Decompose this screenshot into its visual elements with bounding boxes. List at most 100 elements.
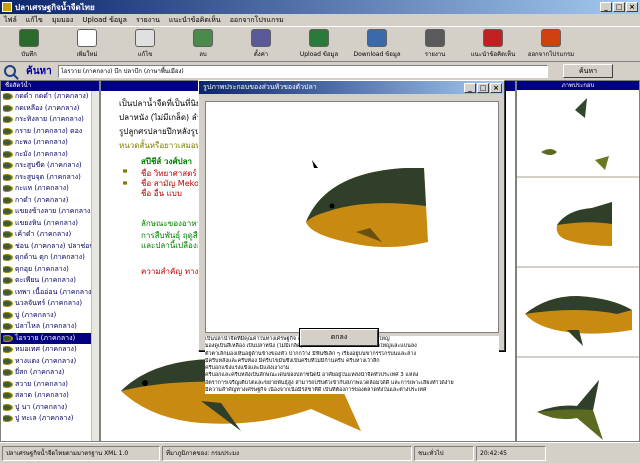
edit-icon xyxy=(135,29,155,47)
fish-icon xyxy=(3,311,13,319)
list-item[interactable]: หมอเทศ (ภาคกลาง) xyxy=(1,344,99,356)
dialog-minimize-button[interactable]: _ xyxy=(464,82,476,93)
list-item-label: ดุกด้าน ดุก (ภาคกลาง) xyxy=(15,253,85,262)
help-icon xyxy=(483,29,503,47)
toolbar-button-7[interactable]: รายงาน xyxy=(406,27,464,61)
list-item[interactable]: กระสูบขีด (ภาคกลาง) xyxy=(1,160,99,172)
list-item[interactable]: ช่อน (ภาคกลาง) ปลาช่อน xyxy=(1,241,99,253)
thumbnail-body[interactable] xyxy=(517,270,639,358)
fish-icon xyxy=(3,196,13,204)
fish-list-scrollbar[interactable] xyxy=(91,91,99,441)
list-item[interactable]: กะแห (ภาคกลาง) xyxy=(1,183,99,195)
toolbar-label: Upload ข้อมูล xyxy=(299,51,339,58)
toolbar-button-2[interactable]: แก้ไข xyxy=(116,27,174,61)
list-item[interactable]: แขยงหิน (ภาคกลาง) xyxy=(1,218,99,230)
save-icon xyxy=(19,29,39,47)
list-item[interactable]: หางแดง (ภาคกลาง) xyxy=(1,356,99,368)
thumbnail-head[interactable] xyxy=(517,180,639,268)
speaker-icon[interactable] xyxy=(123,167,131,175)
toolbar-button-5[interactable]: Upload ข้อมูล xyxy=(290,27,348,61)
status-time: 20:42:45 xyxy=(476,445,546,461)
fish-list: กดดำ กดดำ (ภาคกลาง) กดเหลือง (ภาคกลาง) กระ… xyxy=(1,91,99,425)
list-item-label: กาดำ (ภาคกลาง) xyxy=(15,195,69,204)
menu-report[interactable]: รายงาน xyxy=(136,15,160,26)
list-item-label: ตะเพียน (ภาคกลาง) xyxy=(15,276,76,285)
toolbar-label: Download ข้อมูล xyxy=(353,51,401,58)
list-item-label: สลาด (ภาคกลาง) xyxy=(15,391,69,400)
maximize-button[interactable]: □ xyxy=(613,2,625,12)
search-button[interactable]: ค้นหา xyxy=(563,64,613,78)
list-item[interactable]: กะมัง (ภาคกลาง) xyxy=(1,149,99,161)
ok-button[interactable]: ตกลง xyxy=(299,328,379,347)
toolbar-label: เพิ่มใหม่ xyxy=(76,51,98,58)
toolbar-label: ตั้งค่า xyxy=(253,51,269,58)
menu-view[interactable]: มุมมอง xyxy=(52,15,73,26)
list-item[interactable]: นวลจันทร์ (ภาคกลาง) xyxy=(1,298,99,310)
fish-list-header: ชื่อสัตว์น้ำ xyxy=(1,81,99,91)
list-item[interactable]: กะพง (ภาคกลาง) xyxy=(1,137,99,149)
fish-icon xyxy=(3,231,13,239)
list-item[interactable]: ดุกอุย (ภาคกลาง) xyxy=(1,264,99,276)
minimize-button[interactable]: _ xyxy=(600,2,612,12)
list-item[interactable]: ไอรวาย (ภาคกลาง) xyxy=(1,332,99,344)
list-item-label: กระสูบขีด (ภาคกลาง) xyxy=(15,161,82,170)
list-item[interactable]: ปู ทะเล (ภาคกลาง) xyxy=(1,413,99,425)
toolbar-button-9[interactable]: ออกจากโปรแกรม xyxy=(522,27,580,61)
list-item-label: กะพง (ภาคกลาง) xyxy=(15,138,68,147)
menu-edit[interactable]: แก้ไข xyxy=(26,15,43,26)
list-item-label: เทพา เนื้ออ่อน (ภาคกลาง) xyxy=(15,287,95,296)
list-item[interactable]: ดุกด้าน ดุก (ภาคกลาง) xyxy=(1,252,99,264)
list-item-label: ช่อน (ภาคกลาง) ปลาช่อน xyxy=(15,241,95,250)
list-item[interactable]: กระสูบจุด (ภาคกลาง) xyxy=(1,172,99,184)
list-item[interactable]: กระทิงลาย (ภาคกลาง) xyxy=(1,114,99,126)
dialog-maximize-button[interactable]: □ xyxy=(477,82,489,93)
menu-upload[interactable]: Upload ข้อมูล xyxy=(82,15,127,26)
fish-icon xyxy=(3,323,13,331)
fish-icon xyxy=(3,208,13,216)
list-item[interactable]: ปู นา (ภาคกลาง) xyxy=(1,402,99,414)
close-button[interactable]: × xyxy=(626,2,638,12)
speaker-icon[interactable] xyxy=(123,179,131,187)
fish-icon xyxy=(3,415,13,423)
dialog-title: รูปภาพประกอบของส่วนหัวของตัวปลา xyxy=(203,83,317,91)
fish-icon xyxy=(3,127,13,135)
menubar: ไฟล์ แก้ไข มุมมอง Upload ข้อมูล รายงาน แ… xyxy=(0,14,640,26)
list-item[interactable]: เค้าดำ (ภาคกลาง) xyxy=(1,229,99,241)
list-item[interactable]: กาดำ (ภาคกลาง) xyxy=(1,195,99,207)
list-item[interactable]: ยี่สก (ภาคกลาง) xyxy=(1,367,99,379)
dialog-close-button[interactable]: × xyxy=(490,82,502,93)
toolbar-label: แนะนำข้อคิดเห็น xyxy=(470,51,516,58)
list-item[interactable]: กราย (ภาคกลาง) ตอง xyxy=(1,126,99,138)
list-item[interactable]: สลาด (ภาคกลาง) xyxy=(1,390,99,402)
thumbnail-fins[interactable] xyxy=(517,90,639,178)
list-item-label: ปู นา (ภาคกลาง) xyxy=(15,402,68,411)
trash-icon xyxy=(193,29,213,47)
list-item[interactable]: บู่ (ภาคกลาง) xyxy=(1,310,99,322)
list-item[interactable]: ปลาไหล (ภาคกลาง) xyxy=(1,321,99,333)
toolbar-button-3[interactable]: ลบ xyxy=(174,27,232,61)
thumbnail-tail[interactable] xyxy=(517,360,639,448)
dialog-text-line: ตัวตาเล็กมองเห็นอยู่ด้านข้างของหัว ปากกว… xyxy=(205,350,417,357)
fish-icon xyxy=(3,346,13,354)
list-item[interactable]: เทพา เนื้ออ่อน (ภาคกลาง) xyxy=(1,287,99,299)
fish-icon xyxy=(3,277,13,285)
list-item-label: หมอเทศ (ภาคกลาง) xyxy=(15,345,77,354)
list-item[interactable]: กดดำ กดดำ (ภาคกลาง) xyxy=(1,91,99,103)
toolbar-button-1[interactable]: เพิ่มใหม่ xyxy=(58,27,116,61)
list-item[interactable]: ตะเพียน (ภาคกลาง) xyxy=(1,275,99,287)
list-item-label: เค้าดำ (ภาคกลาง) xyxy=(15,230,72,239)
toolbar-button-6[interactable]: Download ข้อมูล xyxy=(348,27,406,61)
menu-exit[interactable]: ออกจากโปรแกรม xyxy=(230,15,284,26)
fish-icon xyxy=(3,150,13,158)
list-item[interactable]: สวาย (ภาคกลาง) xyxy=(1,379,99,391)
list-item[interactable]: กดเหลือง (ภาคกลาง) xyxy=(1,103,99,115)
toolbar-button-4[interactable]: ตั้งค่า xyxy=(232,27,290,61)
toolbar-button-0[interactable]: บันทึก xyxy=(0,27,58,61)
list-item-label: หางแดง (ภาคกลาง) xyxy=(15,356,77,365)
toolbar-button-8[interactable]: แนะนำข้อคิดเห็น xyxy=(464,27,522,61)
menu-file[interactable]: ไฟล์ xyxy=(4,15,17,26)
menu-feedback[interactable]: แนะนำข้อคิดเห็น xyxy=(169,15,221,26)
list-item-label: ปลาไหล (ภาคกลาง) xyxy=(15,322,77,331)
search-input[interactable] xyxy=(57,64,548,78)
list-item[interactable]: แขยงข้างลาย (ภาคกลาง) xyxy=(1,206,99,218)
